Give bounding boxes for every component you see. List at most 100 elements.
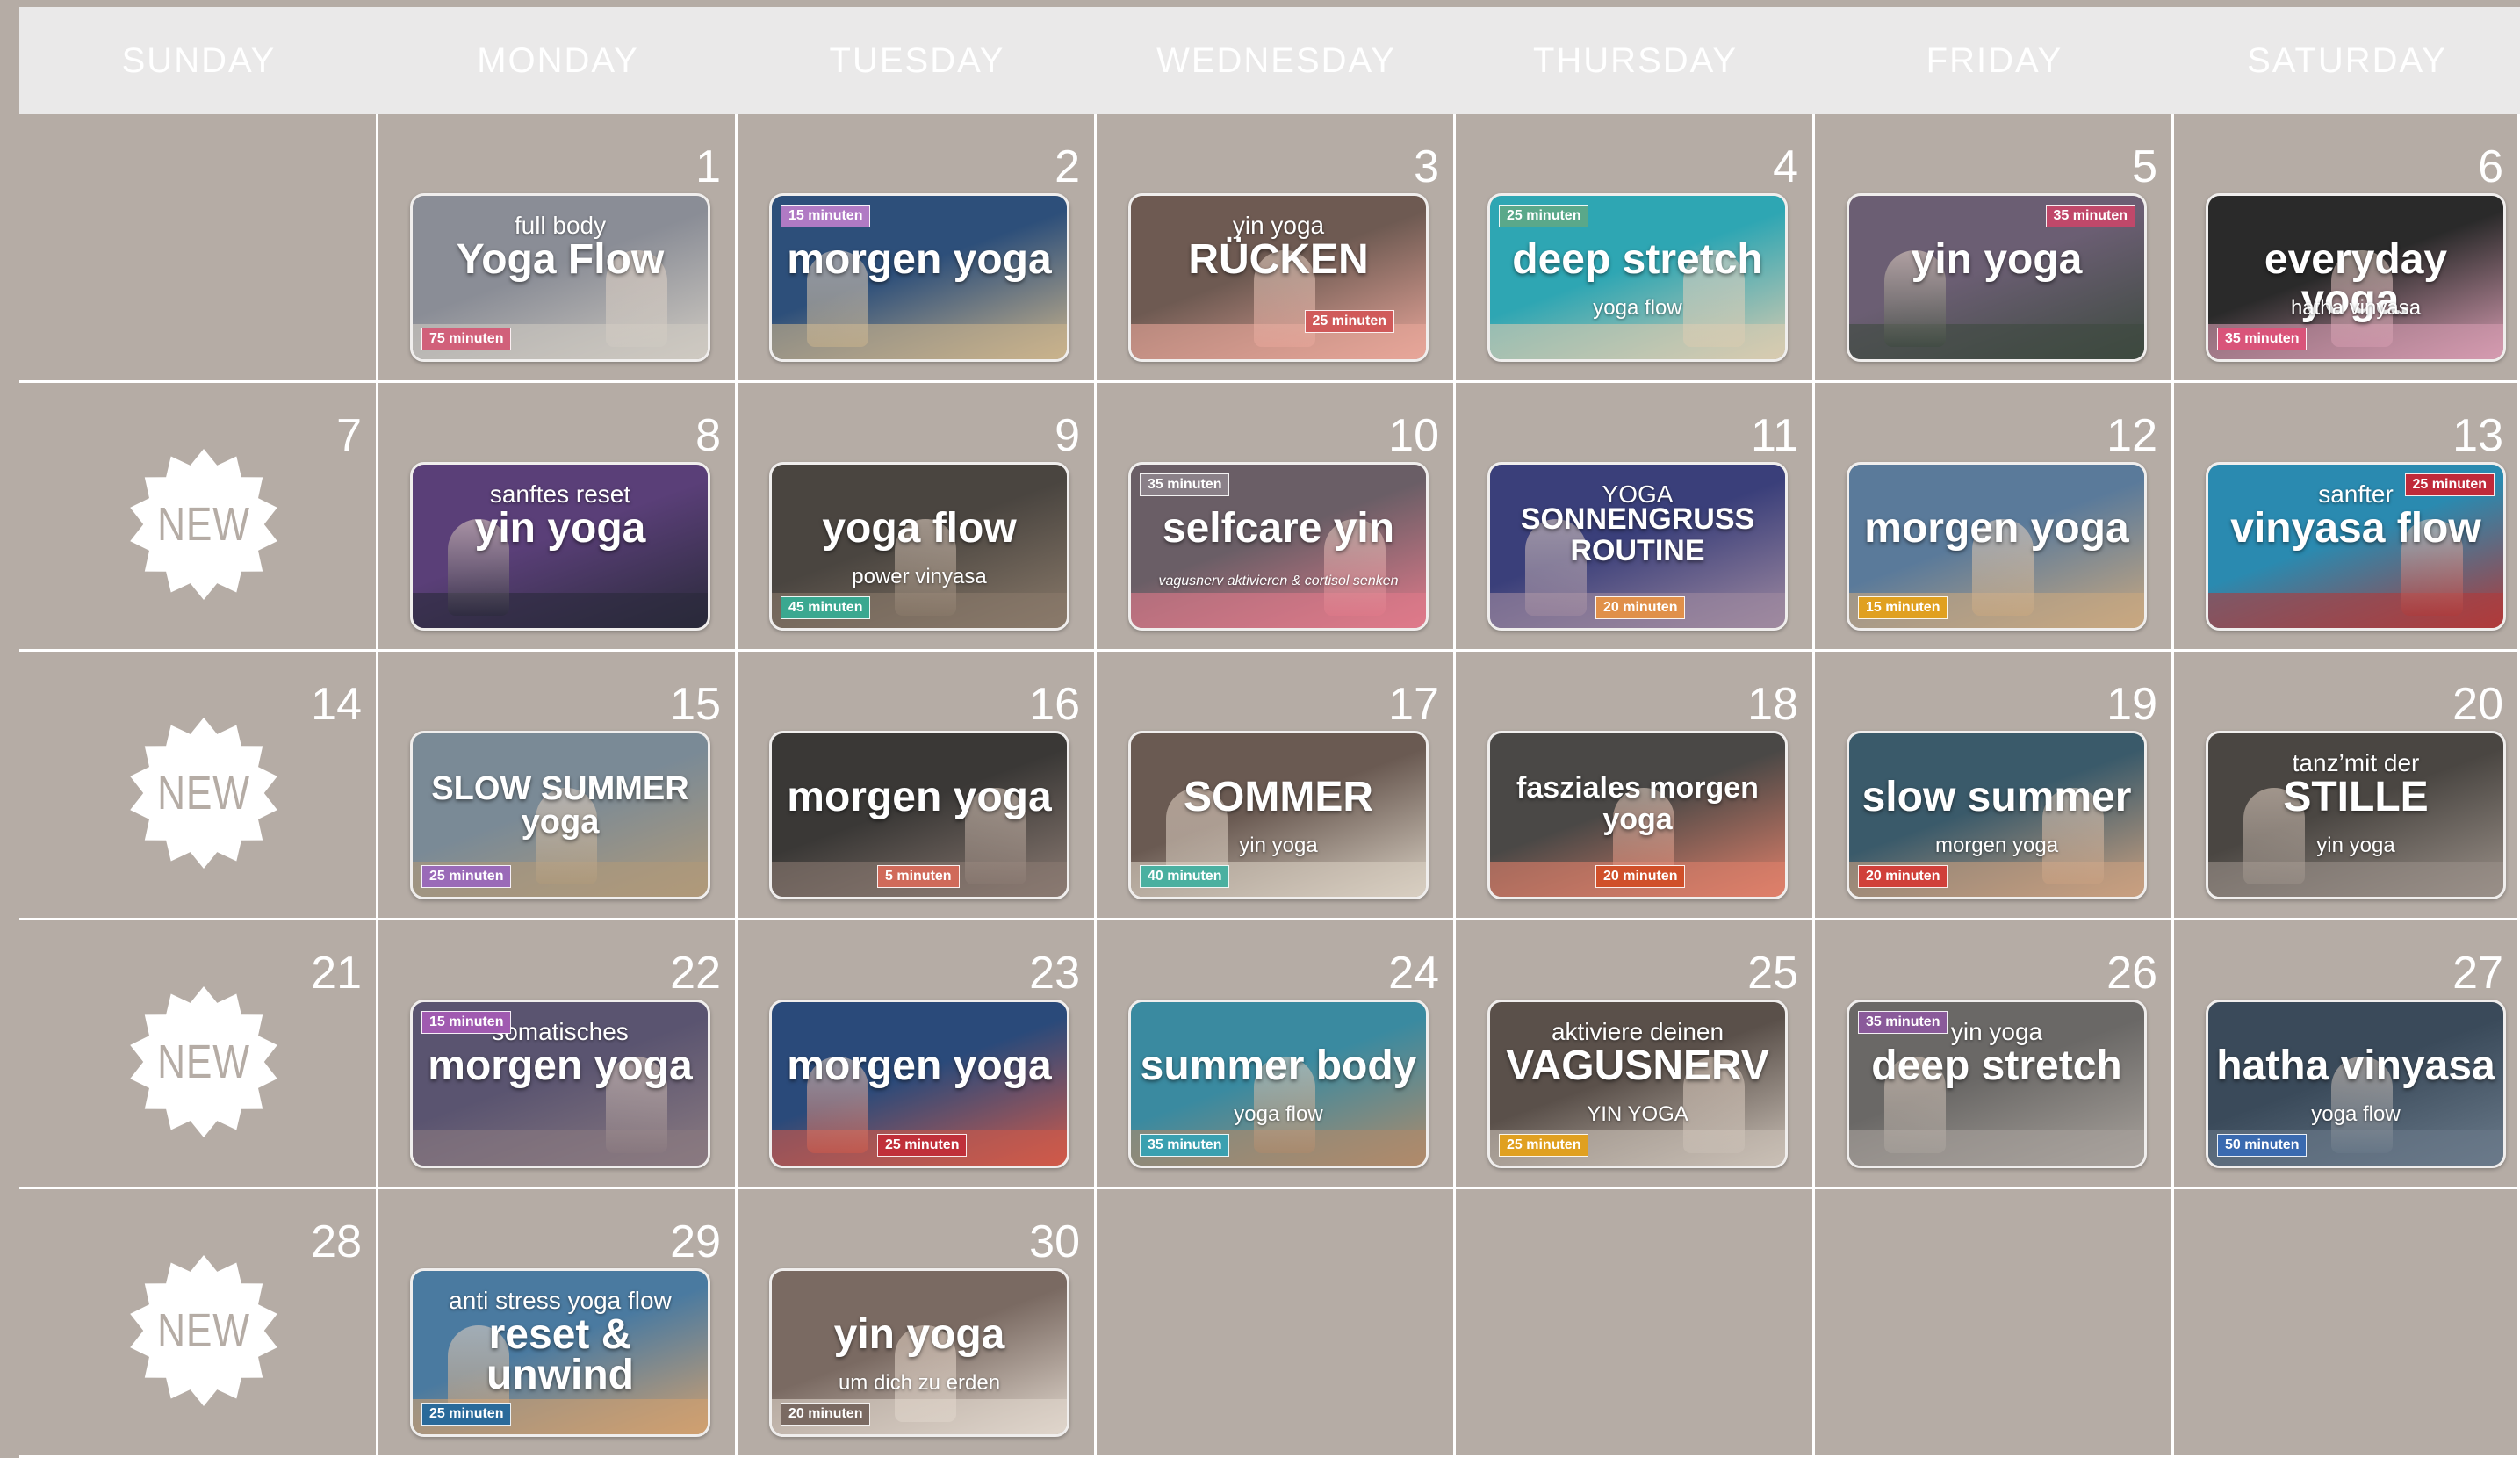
duration-badge: 25 minuten (421, 865, 512, 888)
weekday-thursday: THURSDAY (1532, 41, 1739, 80)
day-cell-18: 18 fasziales morgen yoga 20 minuten (1456, 652, 1815, 920)
day-cell-21: 21 NEW (19, 920, 378, 1189)
yoga-video-thumbnail[interactable]: aktiviere deinen VAGUSNERV YIN YOGA 25 minu… (1487, 1000, 1788, 1168)
day-cell-13: 13 sanfter vinyasa flow 25 minuten (2174, 383, 2520, 652)
yoga-video-thumbnail[interactable]: sanfter vinyasa flow 25 minuten (2206, 462, 2506, 631)
new-badge: NEW (128, 718, 279, 869)
weekday-monday: MONDAY (477, 41, 639, 80)
duration-badge: 5 minuten (877, 865, 960, 888)
yoga-video-thumbnail[interactable]: everyday yoga. hatha vinyasa 35 minuten (2206, 193, 2506, 362)
duration-badge: 75 minuten (421, 328, 512, 350)
day-cell-9: 9 yoga flow power vinyasa 45 minuten (738, 383, 1097, 652)
yoga-video-thumbnail[interactable]: hatha vinyasa yoga flow 50 minuten (2206, 1000, 2506, 1168)
day-cell-23: 23 morgen yoga 25 minuten (738, 920, 1097, 1189)
yoga-video-thumbnail[interactable]: morgen yoga 25 minuten (769, 1000, 1069, 1168)
thumbnail-title: SOMMER (1184, 774, 1373, 820)
day-cell-17: 17 SOMMER yin yoga 40 minuten (1097, 652, 1456, 920)
new-badge: NEW (128, 449, 279, 600)
day-cell-30: 30 yin yoga um dich zu erden 20 minuten (738, 1189, 1097, 1458)
thumbnail-title: RÜCKEN (1188, 236, 1369, 283)
yoga-video-thumbnail[interactable]: yin yoga RÜCKEN 25 minuten (1128, 193, 1429, 362)
yoga-video-thumbnail[interactable]: deep stretch yoga flow 25 minuten (1487, 193, 1788, 362)
thumbnail-caption: vagusnerv aktivieren & cortisol senken (1158, 574, 1399, 588)
day-number: 9 (1055, 410, 1080, 461)
yoga-video-thumbnail[interactable]: summer body yoga flow 35 minuten (1128, 1000, 1429, 1168)
day-cell-14: 14 NEW (19, 652, 378, 920)
day-number: 2 (1055, 141, 1080, 192)
yoga-video-thumbnail[interactable]: morgen yoga 15 minuten (1847, 462, 2147, 631)
duration-badge: 25 minuten (1499, 205, 1589, 227)
thumbnail-title: hatha vinyasa (2216, 1043, 2495, 1089)
thumbnail-caption: yoga flow (1593, 296, 1682, 320)
thumbnail-caption: yin yoga (2316, 834, 2395, 857)
weekday-header: SUNDAY MONDAY TUESDAY WEDNESDAY THURSDAY FRID… (19, 7, 2520, 114)
thumbnail-title: summer body (1140, 1043, 1417, 1089)
weekday-wednesday: WEDNESDAY (1156, 41, 1396, 80)
thumbnail-title: Yoga Flow (456, 236, 665, 283)
top-border (0, 0, 2520, 7)
thumbnail-title: morgen yoga (787, 774, 1052, 820)
thumbnail-caption: morgen yoga (1934, 834, 2059, 857)
thumbnail-title: yoga flow (822, 505, 1017, 552)
day-cell-3: 3 yin yoga RÜCKEN 25 minuten (1097, 114, 1456, 383)
day-number: 11 (1751, 410, 1798, 461)
day-cell-15: 15 SLOW SUMMER yoga 25 minuten (378, 652, 738, 920)
yoga-video-thumbnail[interactable]: SLOW SUMMER yoga 25 minuten (410, 731, 710, 899)
day-number: 12 (2106, 410, 2157, 461)
yoga-video-thumbnail[interactable]: yin yoga deep stretch 35 minuten (1847, 1000, 2147, 1168)
thumbnail-title: morgen yoga (428, 1043, 693, 1089)
duration-badge: 45 minuten (781, 596, 871, 619)
yoga-video-thumbnail[interactable]: full body Yoga Flow 75 minuten (410, 193, 710, 362)
yoga-video-thumbnail[interactable]: morgen yoga 15 minuten (769, 193, 1069, 362)
yoga-video-thumbnail[interactable]: selfcare yin vagusnerv aktivieren & corti… (1128, 462, 1429, 631)
yoga-video-thumbnail[interactable]: anti stress yoga flow reset & unwind 25 mi… (410, 1268, 710, 1437)
empty-day-cell (2174, 1189, 2520, 1458)
new-badge-label: NEW (157, 1036, 250, 1088)
day-number: 5 (2132, 141, 2157, 192)
day-number: 1 (695, 141, 721, 192)
day-number: 25 (1747, 948, 1798, 999)
duration-badge: 25 minuten (1304, 310, 1394, 333)
yoga-video-thumbnail[interactable]: YOGA SONNENGRUSS ROUTINE 20 minuten (1487, 462, 1788, 631)
day-cell-20: 20 tanz’mit der STILLE yin yoga (2174, 652, 2520, 920)
day-number: 23 (1029, 948, 1080, 999)
yoga-video-thumbnail[interactable]: somatisches morgen yoga 15 minuten (410, 1000, 710, 1168)
yoga-video-thumbnail[interactable]: slow summer morgen yoga 20 minuten (1847, 731, 2147, 899)
thumbnail-caption: yin yoga (1239, 834, 1318, 857)
thumbnail-title: reset & unwind (486, 1311, 634, 1398)
thumbnail-title: morgen yoga (787, 1043, 1052, 1089)
yoga-video-thumbnail[interactable]: yoga flow power vinyasa 45 minuten (769, 462, 1069, 631)
day-number: 13 (2452, 410, 2503, 461)
day-cell-7: 7 NEW (19, 383, 378, 652)
yoga-video-thumbnail[interactable]: fasziales morgen yoga 20 minuten (1487, 731, 1788, 899)
yoga-video-thumbnail[interactable]: yin yoga 35 minuten (1847, 193, 2147, 362)
day-cell-28: 28 NEW (19, 1189, 378, 1458)
duration-badge: 20 minuten (1858, 865, 1948, 888)
day-cell-16: 16 morgen yoga 5 minuten (738, 652, 1097, 920)
day-cell-27: 27 hatha vinyasa yoga flow 50 minuten (2174, 920, 2520, 1189)
yoga-video-thumbnail[interactable]: yin yoga um dich zu erden 20 minuten (769, 1268, 1069, 1437)
duration-badge: 50 minuten (2217, 1134, 2308, 1157)
duration-badge: 15 minuten (781, 205, 871, 227)
day-number: 17 (1388, 679, 1439, 730)
day-cell-8: 8 sanftes reset yin yoga (378, 383, 738, 652)
yoga-video-thumbnail[interactable]: sanftes reset yin yoga (410, 462, 710, 631)
duration-badge: 35 minuten (2217, 328, 2308, 350)
new-badge-label: NEW (157, 767, 250, 819)
thumbnail-title: yin yoga (833, 1311, 1005, 1358)
yoga-video-thumbnail[interactable]: morgen yoga 5 minuten (769, 731, 1069, 899)
day-number: 30 (1029, 1216, 1080, 1267)
day-cell-22: 22 somatisches morgen yoga 15 minuten (378, 920, 738, 1189)
thumbnail-title: morgen yoga (787, 236, 1052, 283)
thumbnail-title: VAGUSNERV (1506, 1043, 1769, 1089)
duration-badge: 35 minuten (1858, 1011, 1948, 1034)
day-number: 21 (311, 948, 362, 999)
yoga-video-thumbnail[interactable]: SOMMER yin yoga 40 minuten (1128, 731, 1429, 899)
empty-day-cell (1815, 1189, 2174, 1458)
thumbnail-caption: power vinyasa (852, 565, 987, 588)
day-number: 8 (695, 410, 721, 461)
day-number: 27 (2452, 948, 2503, 999)
day-number: 6 (2478, 141, 2503, 192)
day-number: 24 (1388, 948, 1439, 999)
yoga-video-thumbnail[interactable]: tanz’mit der STILLE yin yoga (2206, 731, 2506, 899)
